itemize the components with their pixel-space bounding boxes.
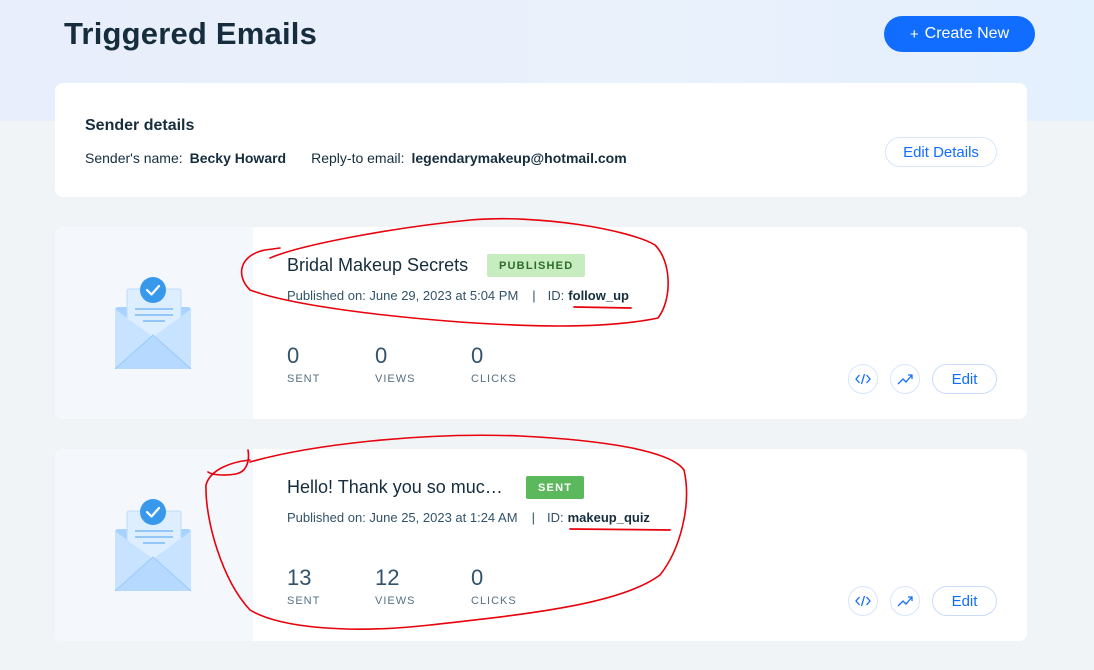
email-title: Hello! Thank you so muc…	[287, 477, 503, 497]
email-meta: Published on: June 25, 2023 at 1:24 AM |…	[287, 510, 650, 525]
stat-label: SENT	[287, 373, 321, 385]
email-card[interactable]: Bridal Makeup Secrets PUBLISHED Publishe…	[55, 227, 1027, 419]
stat-value: 0	[471, 565, 484, 590]
id-label: ID:	[547, 288, 565, 303]
trend-chart-icon	[897, 374, 913, 385]
stats-button[interactable]	[890, 586, 920, 616]
stats-button[interactable]	[890, 364, 920, 394]
stat-clicks: 0 CLICKS	[471, 565, 517, 607]
stat-views: 0 VIEWS	[375, 343, 415, 385]
sender-details-card: Sender details Sender's name: Becky Howa…	[55, 83, 1027, 197]
status-badge: PUBLISHED	[487, 254, 586, 277]
published-date: Published on: June 29, 2023 at 5:04 PM	[287, 288, 519, 303]
stat-sent: 0 SENT	[287, 343, 320, 385]
edit-details-button[interactable]: Edit Details	[885, 137, 997, 167]
meta-separator: |	[531, 510, 535, 525]
stat-value: 12	[375, 565, 400, 590]
id-value: follow_up	[568, 288, 629, 303]
reply-to-label: Reply-to email:	[311, 150, 405, 166]
email-thumbnail	[55, 449, 253, 641]
sender-name-value: Becky Howard	[189, 150, 287, 166]
stat-value: 0	[471, 343, 484, 368]
reply-to-value: legendarymakeup@hotmail.com	[411, 150, 627, 166]
page-title: Triggered Emails	[64, 16, 318, 51]
email-meta: Published on: June 29, 2023 at 5:04 PM |…	[287, 288, 629, 303]
stat-sent: 13 SENT	[287, 565, 320, 607]
id-label: ID:	[546, 510, 564, 525]
sender-name-label: Sender's name:	[85, 150, 183, 166]
code-icon	[855, 595, 871, 607]
code-button[interactable]	[848, 364, 878, 394]
stat-label: SENT	[287, 595, 321, 607]
stat-value: 0	[375, 343, 388, 368]
create-new-button[interactable]: + Create New	[884, 16, 1035, 52]
stat-value: 13	[287, 565, 312, 590]
stat-clicks: 0 CLICKS	[471, 343, 517, 385]
id-value: makeup_quiz	[567, 510, 650, 525]
edit-button[interactable]: Edit	[932, 364, 997, 394]
status-badge: SENT	[526, 476, 585, 499]
stat-label: VIEWS	[375, 595, 416, 607]
meta-separator: |	[532, 288, 536, 303]
stat-value: 0	[287, 343, 300, 368]
published-date: Published on: June 25, 2023 at 1:24 AM	[287, 510, 518, 525]
code-icon	[855, 373, 871, 385]
plus-icon: +	[909, 25, 919, 43]
code-button[interactable]	[848, 586, 878, 616]
sender-details-title: Sender details	[85, 117, 195, 134]
email-thumbnail	[55, 227, 253, 419]
stat-label: VIEWS	[375, 373, 416, 385]
sender-info-row: Sender's name: Becky Howard Reply-to ema…	[85, 150, 627, 166]
stat-views: 12 VIEWS	[375, 565, 415, 607]
create-new-label: Create New	[924, 25, 1010, 42]
trend-chart-icon	[897, 596, 913, 607]
email-title: Bridal Makeup Secrets	[287, 255, 469, 275]
email-envelope-check-icon	[114, 277, 192, 370]
stat-label: CLICKS	[471, 595, 517, 607]
stat-label: CLICKS	[471, 373, 517, 385]
email-card[interactable]: Hello! Thank you so muc… SENT Published …	[55, 449, 1027, 641]
email-envelope-check-icon	[114, 499, 192, 592]
edit-button[interactable]: Edit	[932, 586, 997, 616]
